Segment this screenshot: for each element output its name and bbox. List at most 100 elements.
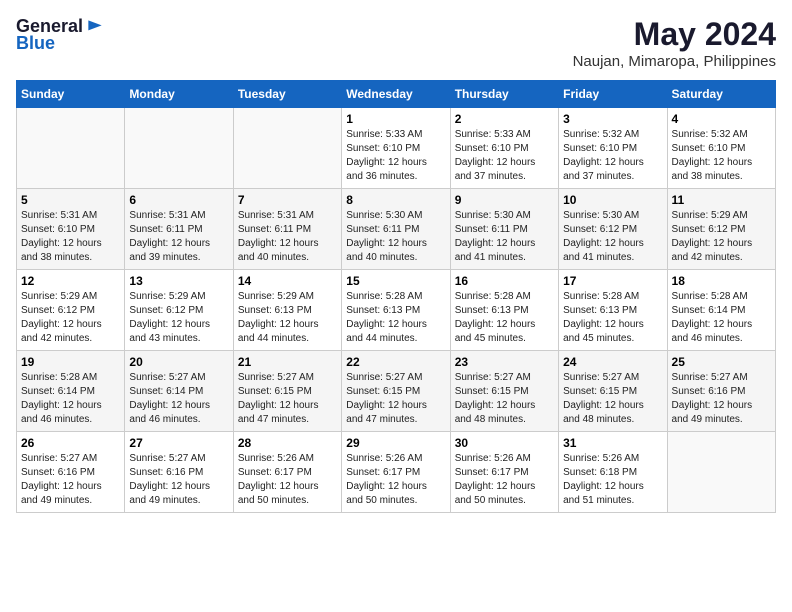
day-info: Sunrise: 5:30 AM Sunset: 6:11 PM Dayligh… [455, 209, 554, 265]
calendar-cell: 22 Sunrise: 5:27 AM Sunset: 6:15 PM Dayli… [342, 351, 450, 432]
day-info: Sunrise: 5:31 AM Sunset: 6:10 PM Dayligh… [21, 209, 120, 265]
calendar-cell: 3Sunrise: 5:32 AM Sunset: 6:10 PM Daylig… [559, 108, 667, 189]
header: General Blue May 2024 Naujan, Mimaropa, … [16, 16, 776, 70]
main-title: May 2024 [573, 16, 776, 53]
day-number: 4 [672, 112, 771, 126]
calendar-cell: 8 Sunrise: 5:30 AM Sunset: 6:11 PM Daylig… [342, 189, 450, 270]
col-header-sunday: Sunday [17, 81, 125, 108]
day-info: Sunrise: 5:28 AM Sunset: 6:14 PM Dayligh… [21, 371, 120, 427]
day-number: 26 [21, 436, 120, 450]
day-info: Sunrise: 5:29 AM Sunset: 6:13 PM Dayligh… [238, 290, 337, 346]
day-number: 6 [129, 193, 228, 207]
day-number: 3 [563, 112, 662, 126]
day-number: 2 [455, 112, 554, 126]
calendar-cell: 26Sunrise: 5:27 AM Sunset: 6:16 PM Dayli… [17, 432, 125, 513]
day-number: 9 [455, 193, 554, 207]
col-header-tuesday: Tuesday [233, 81, 341, 108]
calendar-cell [125, 108, 233, 189]
day-info: Sunrise: 5:26 AM Sunset: 6:17 PM Dayligh… [455, 452, 554, 508]
calendar-cell: 12 Sunrise: 5:29 AM Sunset: 6:12 PM Dayli… [17, 270, 125, 351]
calendar-table: SundayMondayTuesdayWednesdayThursdayFrid… [16, 80, 776, 513]
calendar-cell: 7Sunrise: 5:31 AM Sunset: 6:11 PM Daylig… [233, 189, 341, 270]
calendar-cell: 21 Sunrise: 5:27 AM Sunset: 6:15 PM Dayli… [233, 351, 341, 432]
col-header-monday: Monday [125, 81, 233, 108]
day-number: 7 [238, 193, 337, 207]
day-number: 25 [672, 355, 771, 369]
calendar-cell: 4 Sunrise: 5:32 AM Sunset: 6:10 PM Daylig… [667, 108, 775, 189]
day-number: 13 [129, 274, 228, 288]
day-info: Sunrise: 5:29 AM Sunset: 6:12 PM Dayligh… [21, 290, 120, 346]
day-number: 17 [563, 274, 662, 288]
day-info: Sunrise: 5:29 AM Sunset: 6:12 PM Dayligh… [672, 209, 771, 265]
calendar-cell: 29Sunrise: 5:26 AM Sunset: 6:17 PM Dayli… [342, 432, 450, 513]
col-header-saturday: Saturday [667, 81, 775, 108]
day-info: Sunrise: 5:30 AM Sunset: 6:11 PM Dayligh… [346, 209, 445, 265]
day-info: Sunrise: 5:29 AM Sunset: 6:12 PM Dayligh… [129, 290, 228, 346]
week-row-1: 1 Sunrise: 5:33 AM Sunset: 6:10 PM Daylig… [17, 108, 776, 189]
day-info: Sunrise: 5:26 AM Sunset: 6:18 PM Dayligh… [563, 452, 662, 508]
day-info: Sunrise: 5:32 AM Sunset: 6:10 PM Dayligh… [672, 128, 771, 184]
day-number: 28 [238, 436, 337, 450]
day-number: 18 [672, 274, 771, 288]
day-info: Sunrise: 5:28 AM Sunset: 6:13 PM Dayligh… [346, 290, 445, 346]
day-number: 27 [129, 436, 228, 450]
calendar-cell: 23 Sunrise: 5:27 AM Sunset: 6:15 PM Dayli… [450, 351, 558, 432]
day-number: 30 [455, 436, 554, 450]
day-number: 14 [238, 274, 337, 288]
col-header-wednesday: Wednesday [342, 81, 450, 108]
calendar-cell: 25 Sunrise: 5:27 AM Sunset: 6:16 PM Dayli… [667, 351, 775, 432]
calendar-cell [17, 108, 125, 189]
calendar-cell: 14 Sunrise: 5:29 AM Sunset: 6:13 PM Dayli… [233, 270, 341, 351]
calendar-cell: 16 Sunrise: 5:28 AM Sunset: 6:13 PM Dayli… [450, 270, 558, 351]
calendar-cell: 28Sunrise: 5:26 AM Sunset: 6:17 PM Dayli… [233, 432, 341, 513]
logo: General Blue [16, 16, 105, 54]
day-info: Sunrise: 5:31 AM Sunset: 6:11 PM Dayligh… [129, 209, 228, 265]
day-number: 5 [21, 193, 120, 207]
day-info: Sunrise: 5:27 AM Sunset: 6:15 PM Dayligh… [563, 371, 662, 427]
col-header-thursday: Thursday [450, 81, 558, 108]
week-row-5: 26 Sunrise: 5:27 AM Sunset: 6:16 PM Dayli… [17, 432, 776, 513]
day-number: 16 [455, 274, 554, 288]
title-area: May 2024 Naujan, Mimaropa, Philippines [573, 16, 776, 70]
day-number: 23 [455, 355, 554, 369]
calendar-cell: 2 Sunrise: 5:33 AM Sunset: 6:10 PM Daylig… [450, 108, 558, 189]
day-number: 15 [346, 274, 445, 288]
day-info: Sunrise: 5:28 AM Sunset: 6:14 PM Dayligh… [672, 290, 771, 346]
calendar-cell: 13 Sunrise: 5:29 AM Sunset: 6:12 PM Dayli… [125, 270, 233, 351]
calendar-cell: 5 Sunrise: 5:31 AM Sunset: 6:10 PM Daylig… [17, 189, 125, 270]
day-number: 22 [346, 355, 445, 369]
day-number: 8 [346, 193, 445, 207]
day-number: 24 [563, 355, 662, 369]
day-info: Sunrise: 5:27 AM Sunset: 6:15 PM Dayligh… [346, 371, 445, 427]
calendar-cell: 1 Sunrise: 5:33 AM Sunset: 6:10 PM Daylig… [342, 108, 450, 189]
calendar-cell: 27 Sunrise: 5:27 AM Sunset: 6:16 PM Dayli… [125, 432, 233, 513]
week-row-3: 12 Sunrise: 5:29 AM Sunset: 6:12 PM Dayli… [17, 270, 776, 351]
day-info: Sunrise: 5:27 AM Sunset: 6:14 PM Dayligh… [129, 371, 228, 427]
day-number: 29 [346, 436, 445, 450]
calendar-cell: 19 Sunrise: 5:28 AM Sunset: 6:14 PM Dayli… [17, 351, 125, 432]
calendar-cell: 20 Sunrise: 5:27 AM Sunset: 6:14 PM Dayli… [125, 351, 233, 432]
day-info: Sunrise: 5:27 AM Sunset: 6:16 PM Dayligh… [672, 371, 771, 427]
day-info: Sunrise: 5:33 AM Sunset: 6:10 PM Dayligh… [455, 128, 554, 184]
calendar-cell: 17Sunrise: 5:28 AM Sunset: 6:13 PM Dayli… [559, 270, 667, 351]
day-info: Sunrise: 5:30 AM Sunset: 6:12 PM Dayligh… [563, 209, 662, 265]
day-number: 31 [563, 436, 662, 450]
day-number: 11 [672, 193, 771, 207]
day-info: Sunrise: 5:27 AM Sunset: 6:15 PM Dayligh… [238, 371, 337, 427]
calendar-cell: 31 Sunrise: 5:26 AM Sunset: 6:18 PM Dayli… [559, 432, 667, 513]
day-info: Sunrise: 5:28 AM Sunset: 6:13 PM Dayligh… [455, 290, 554, 346]
day-number: 1 [346, 112, 445, 126]
day-number: 12 [21, 274, 120, 288]
week-row-4: 19 Sunrise: 5:28 AM Sunset: 6:14 PM Dayli… [17, 351, 776, 432]
sub-title: Naujan, Mimaropa, Philippines [573, 53, 776, 70]
day-number: 20 [129, 355, 228, 369]
calendar-cell: 11 Sunrise: 5:29 AM Sunset: 6:12 PM Dayli… [667, 189, 775, 270]
day-number: 19 [21, 355, 120, 369]
day-number: 21 [238, 355, 337, 369]
day-info: Sunrise: 5:33 AM Sunset: 6:10 PM Dayligh… [346, 128, 445, 184]
day-info: Sunrise: 5:27 AM Sunset: 6:15 PM Dayligh… [455, 371, 554, 427]
col-header-friday: Friday [559, 81, 667, 108]
calendar-cell [233, 108, 341, 189]
day-info: Sunrise: 5:27 AM Sunset: 6:16 PM Dayligh… [129, 452, 228, 508]
calendar-cell: 18 Sunrise: 5:28 AM Sunset: 6:14 PM Dayli… [667, 270, 775, 351]
